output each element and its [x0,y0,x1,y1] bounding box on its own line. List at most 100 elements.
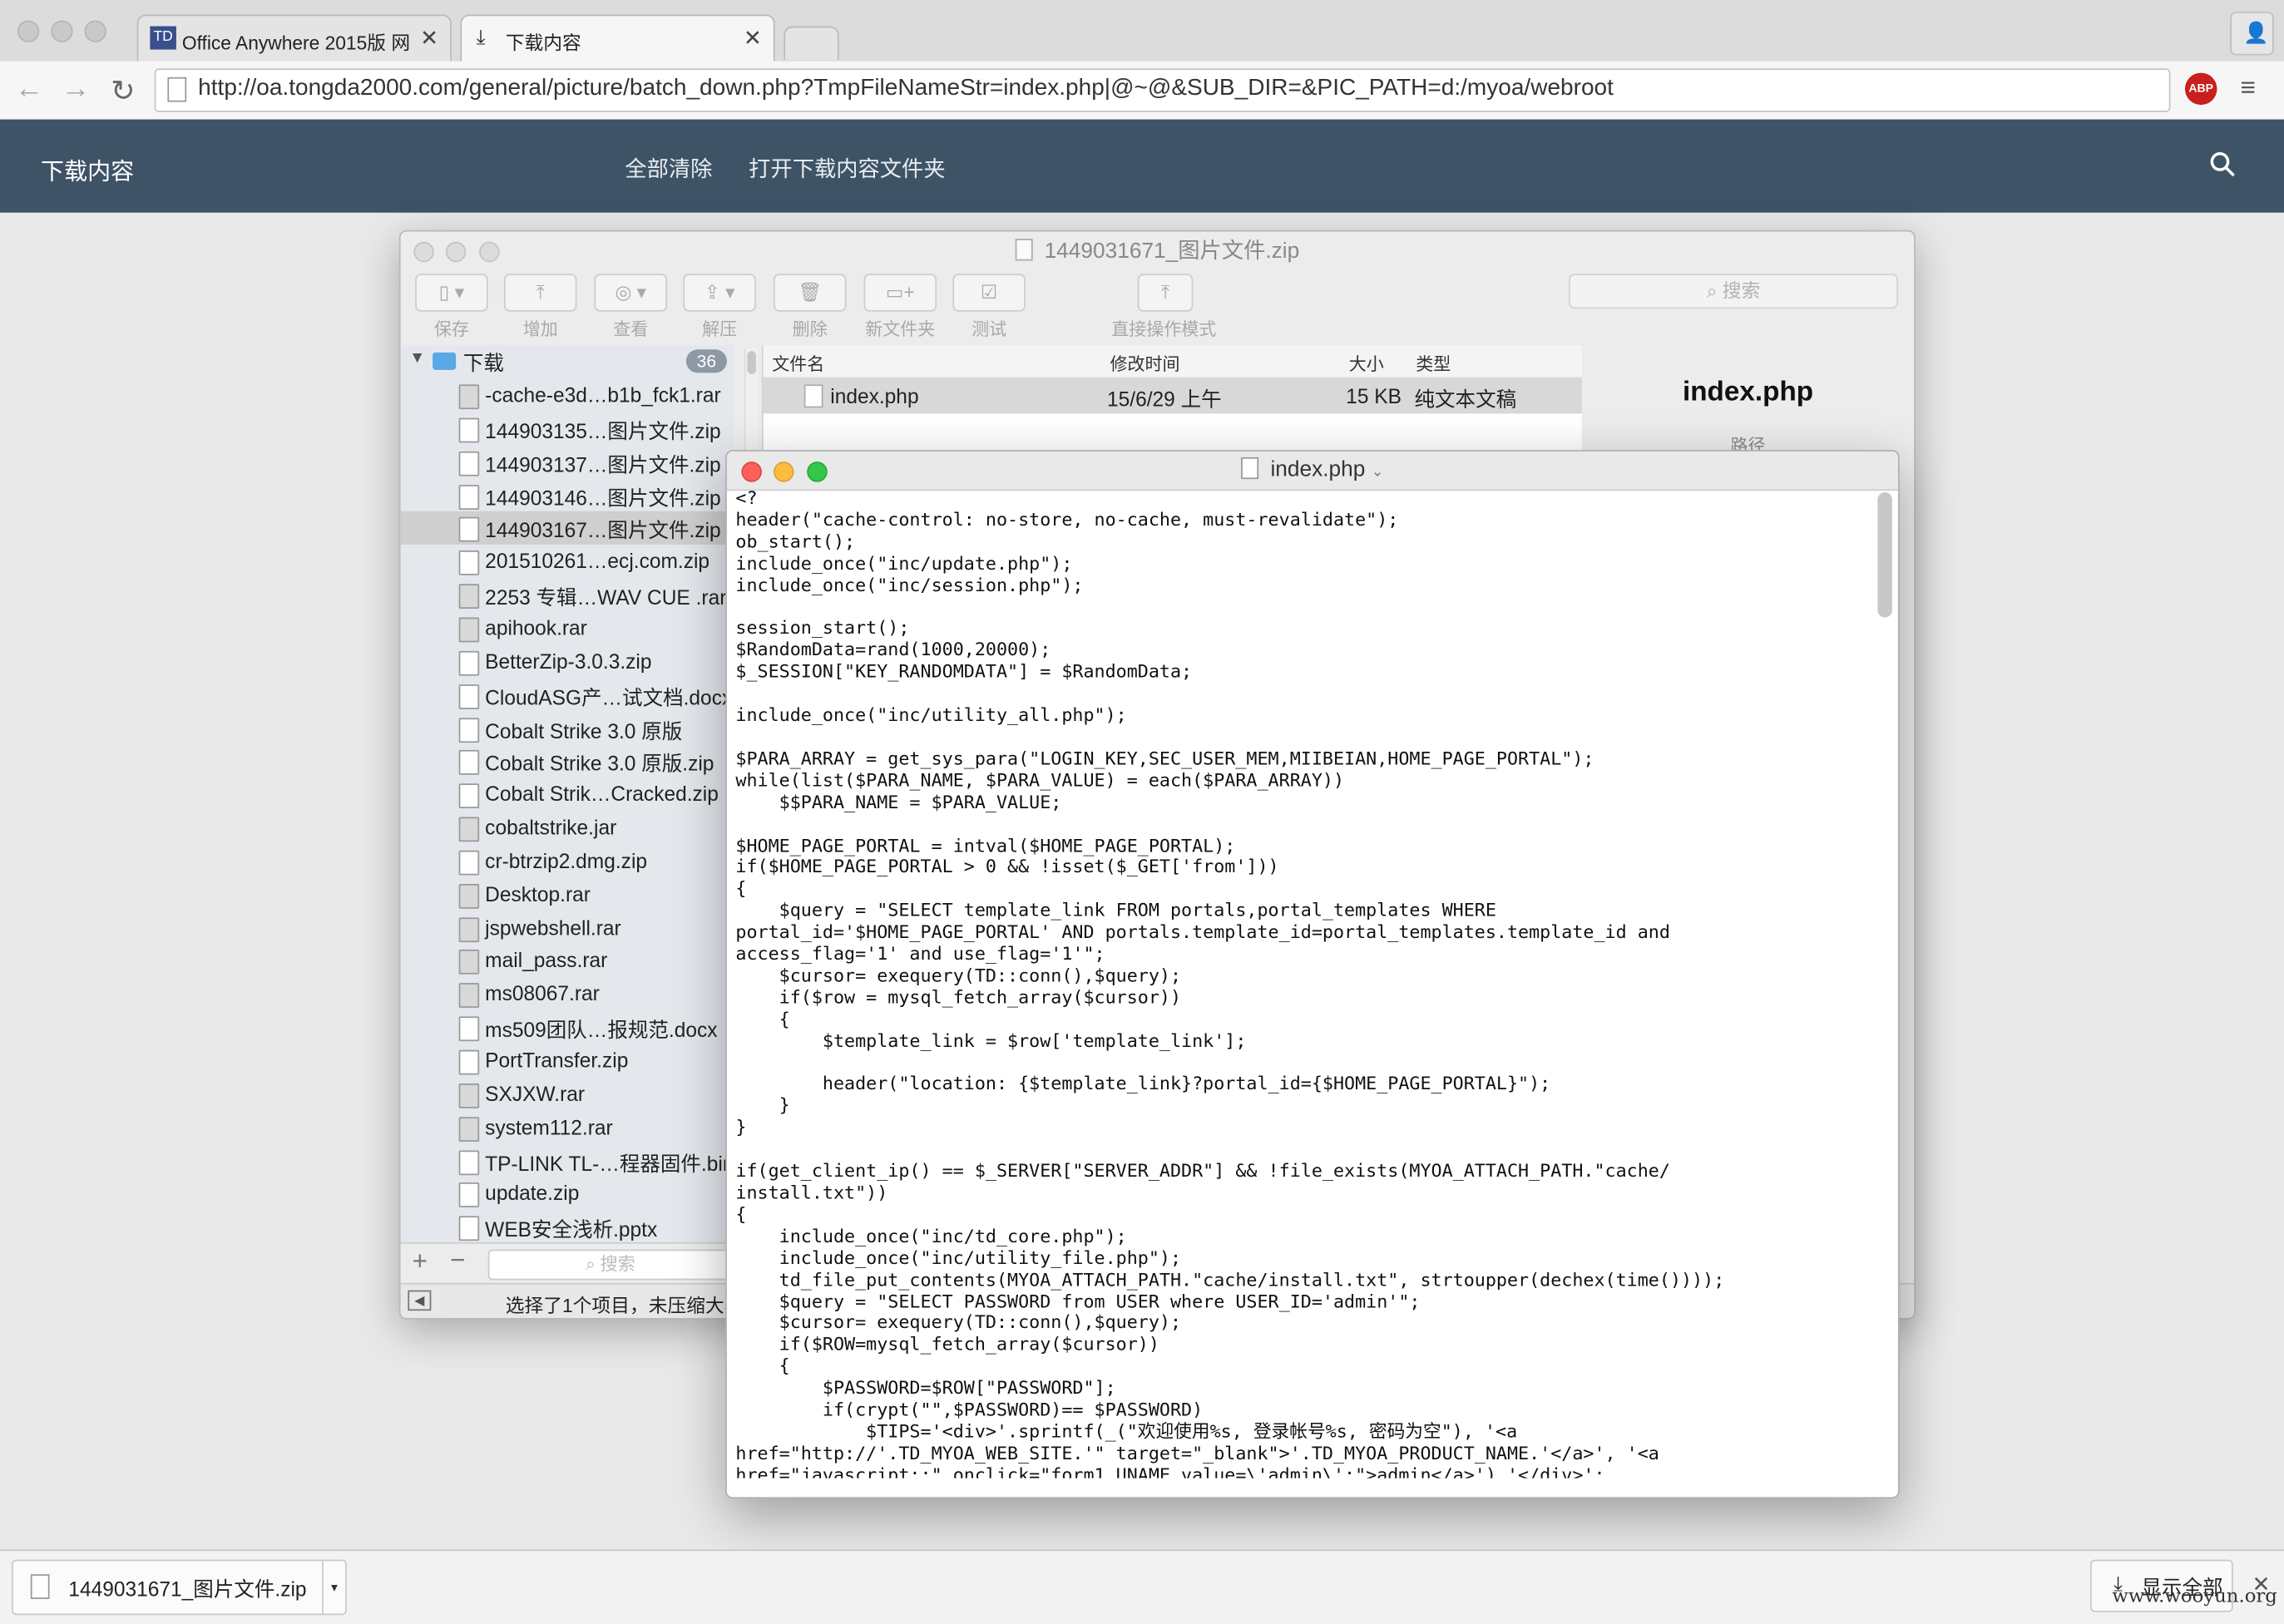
sidebar-root-downloads[interactable]: ▼ 下载 36 [401,345,734,378]
sidebar-file-item[interactable]: WEB安全浅析.pptx [401,1211,734,1242]
sidebar-file-item[interactable]: SXJXW.rar [401,1078,734,1111]
sidebar-file-item[interactable]: PortTransfer.zip [401,1044,734,1078]
new-folder-button[interactable]: ▭+ 新文件夹 [863,274,937,341]
sidebar-file-item[interactable]: update.zip [401,1177,734,1211]
toggle-sidebar-icon[interactable]: ◀ [408,1290,432,1311]
col-name[interactable]: 文件名 [772,351,824,376]
menu-icon[interactable]: ≡ [2240,73,2255,104]
add-label: 增加 [522,318,558,340]
file-icon [458,850,480,876]
tab-label: Office Anywhere 2015版 网 [181,32,411,54]
window-zoom-button[interactable] [84,20,106,42]
file-icon [458,584,480,610]
sidebar-file-label: system112.rar [485,1114,613,1138]
clear-all-link[interactable]: 全部清除 [625,153,712,184]
tab-downloads[interactable]: ⤓ 下载内容 ✕ [460,14,775,63]
forward-arrow-icon[interactable]: → [62,73,91,106]
sidebar-file-item[interactable]: 201510261…ecj.com.zip [401,545,734,578]
url-text: http://oa.tongda2000.com/general/picture… [198,76,1614,101]
sidebar-file-item[interactable]: apihook.rar [401,611,734,644]
add-icon[interactable]: + [413,1246,428,1277]
tab-label: 下载内容 [505,32,581,54]
sidebar-file-item[interactable]: -cache-e3d…b1b_fck1.rar [401,378,734,412]
te-title: index.php ⌄ [727,457,1898,482]
add-button[interactable]: ⤒ 增加 [503,274,577,341]
sidebar-file-item[interactable]: BetterZip-3.0.3.zip [401,644,734,678]
sidebar-file-item[interactable]: system112.rar [401,1111,734,1144]
sidebar-file-label: 144903146…图片文件.zip [485,486,721,510]
sidebar-file-label: Cobalt Strike 3.0 原版.zip [485,752,714,776]
window-minimize-button[interactable] [51,20,73,42]
sidebar-file-item[interactable]: CloudASG产…试文档.docx [401,678,734,711]
sidebar-file-item[interactable]: 144903167…图片文件.zip [400,511,734,545]
textedit-titlebar: index.php ⌄ [726,451,1898,491]
sidebar-file-item[interactable]: 144903137…图片文件.zip [401,445,734,478]
sidebar-search-input[interactable]: ⌕ 搜索 [487,1249,733,1281]
delete-button[interactable]: 🗑 删除 [773,274,847,341]
direct-mode-button[interactable]: ⤒ 直接操作模式 [1109,274,1219,341]
sidebar-file-item[interactable]: Desktop.rar [401,878,734,911]
reload-icon[interactable]: ↻ [111,73,135,110]
sidebar-file-item[interactable]: cr-btrzip2.dmg.zip [401,845,734,878]
sidebar-file-label: 2253 专辑…WAV CUE .rar [485,585,727,610]
new-tab-button[interactable] [784,26,839,60]
tab-office-anywhere[interactable]: TD Office Anywhere 2015版 网 ✕ [136,14,452,63]
file-icon [458,1083,480,1108]
status-text: 选择了1个项目，未压缩大小 [505,1294,744,1317]
sidebar-file-item[interactable]: Cobalt Strike 3.0 原版.zip [401,745,734,778]
disclosure-triangle-icon[interactable]: ▼ [409,349,425,367]
sidebar-file-label: cobaltstrike.jar [485,815,617,839]
adblock-plus-icon[interactable]: ABP [2184,72,2217,106]
sidebar-file-item[interactable]: Cobalt Strik…Cracked.zip [401,778,734,812]
sidebar-file-item[interactable]: ms509团队…报规范.docx [401,1011,734,1044]
sidebar-file-label: Cobalt Strike 3.0 原版 [485,718,683,743]
sidebar-file-item[interactable]: ms08067.rar [401,978,734,1011]
sidebar-file-item[interactable]: cobaltstrike.jar [401,812,734,845]
address-bar[interactable]: http://oa.tongda2000.com/general/picture… [154,68,2171,112]
sidebar-file-item[interactable]: 144903146…图片文件.zip [401,478,734,511]
file-icon [458,517,480,543]
sidebar-file-label: Cobalt Strik…Cracked.zip [485,782,719,806]
chevron-down-icon[interactable]: ▾ [322,1561,345,1614]
extract-button[interactable]: ⇪ ▾ 解压 [683,274,756,341]
close-icon[interactable]: ✕ [420,25,438,52]
te-scrollbar[interactable] [1877,491,1892,618]
search-icon[interactable] [2210,151,2237,178]
col-modified[interactable]: 修改时间 [1110,351,1179,376]
chevron-down-icon[interactable]: ⌄ [1372,465,1384,481]
extract-label: 解压 [702,318,738,340]
sidebar-footer: + − ⌕ 搜索 [400,1241,734,1285]
test-button[interactable]: ☑ 测试 [952,274,1026,341]
list-row-index-php[interactable]: index.php 15/6/29 上午 15 KB 纯文本文稿 [763,378,1582,414]
info-filename: index.php [1682,377,1814,408]
sidebar-file-item[interactable]: TP-LINK TL-…程器固件.bin [401,1144,734,1177]
sidebar-file-item[interactable]: 2253 专辑…WAV CUE .rar [401,578,734,611]
new-folder-label: 新文件夹 [865,318,936,340]
sidebar-file-item[interactable]: Cobalt Strike 3.0 原版 [401,712,734,745]
col-size[interactable]: 大小 [1349,351,1384,376]
file-icon [458,617,480,643]
open-folder-link[interactable]: 打开下载内容文件夹 [749,153,945,184]
sidebar-file-item[interactable]: 144903135…图片文件.zip [401,412,734,445]
close-icon[interactable]: ✕ [744,25,762,52]
sidebar-root-label: 下载 [462,351,504,375]
back-arrow-icon[interactable]: ← [15,73,44,106]
file-icon [458,1182,480,1208]
code-content[interactable]: <? header("cache-control: no-store, no-c… [735,488,1871,1478]
save-button[interactable]: ▯ ▾ 保存 [415,274,488,341]
sidebar-file-label: Desktop.rar [485,881,591,906]
row-type: 纯文本文稿 [1414,387,1517,411]
col-type[interactable]: 类型 [1416,351,1451,376]
profile-button[interactable]: 👤 [2230,12,2274,56]
file-icon [458,1016,480,1042]
window-close-button[interactable] [17,20,40,42]
view-button[interactable]: ◎ ▾ 查看 [594,274,668,341]
remove-icon[interactable]: − [450,1245,465,1276]
download-item[interactable]: 1449031671_图片文件.zip ▾ [12,1559,347,1616]
file-icon [458,750,480,776]
sidebar-file-label: PortTransfer.zip [485,1048,629,1072]
bz-search-input[interactable]: ⌕ 搜索 [1569,274,1898,309]
sidebar-file-item[interactable]: mail_pass.rar [401,945,734,978]
file-icon [458,451,480,476]
sidebar-file-item[interactable]: jspwebshell.rar [401,911,734,945]
